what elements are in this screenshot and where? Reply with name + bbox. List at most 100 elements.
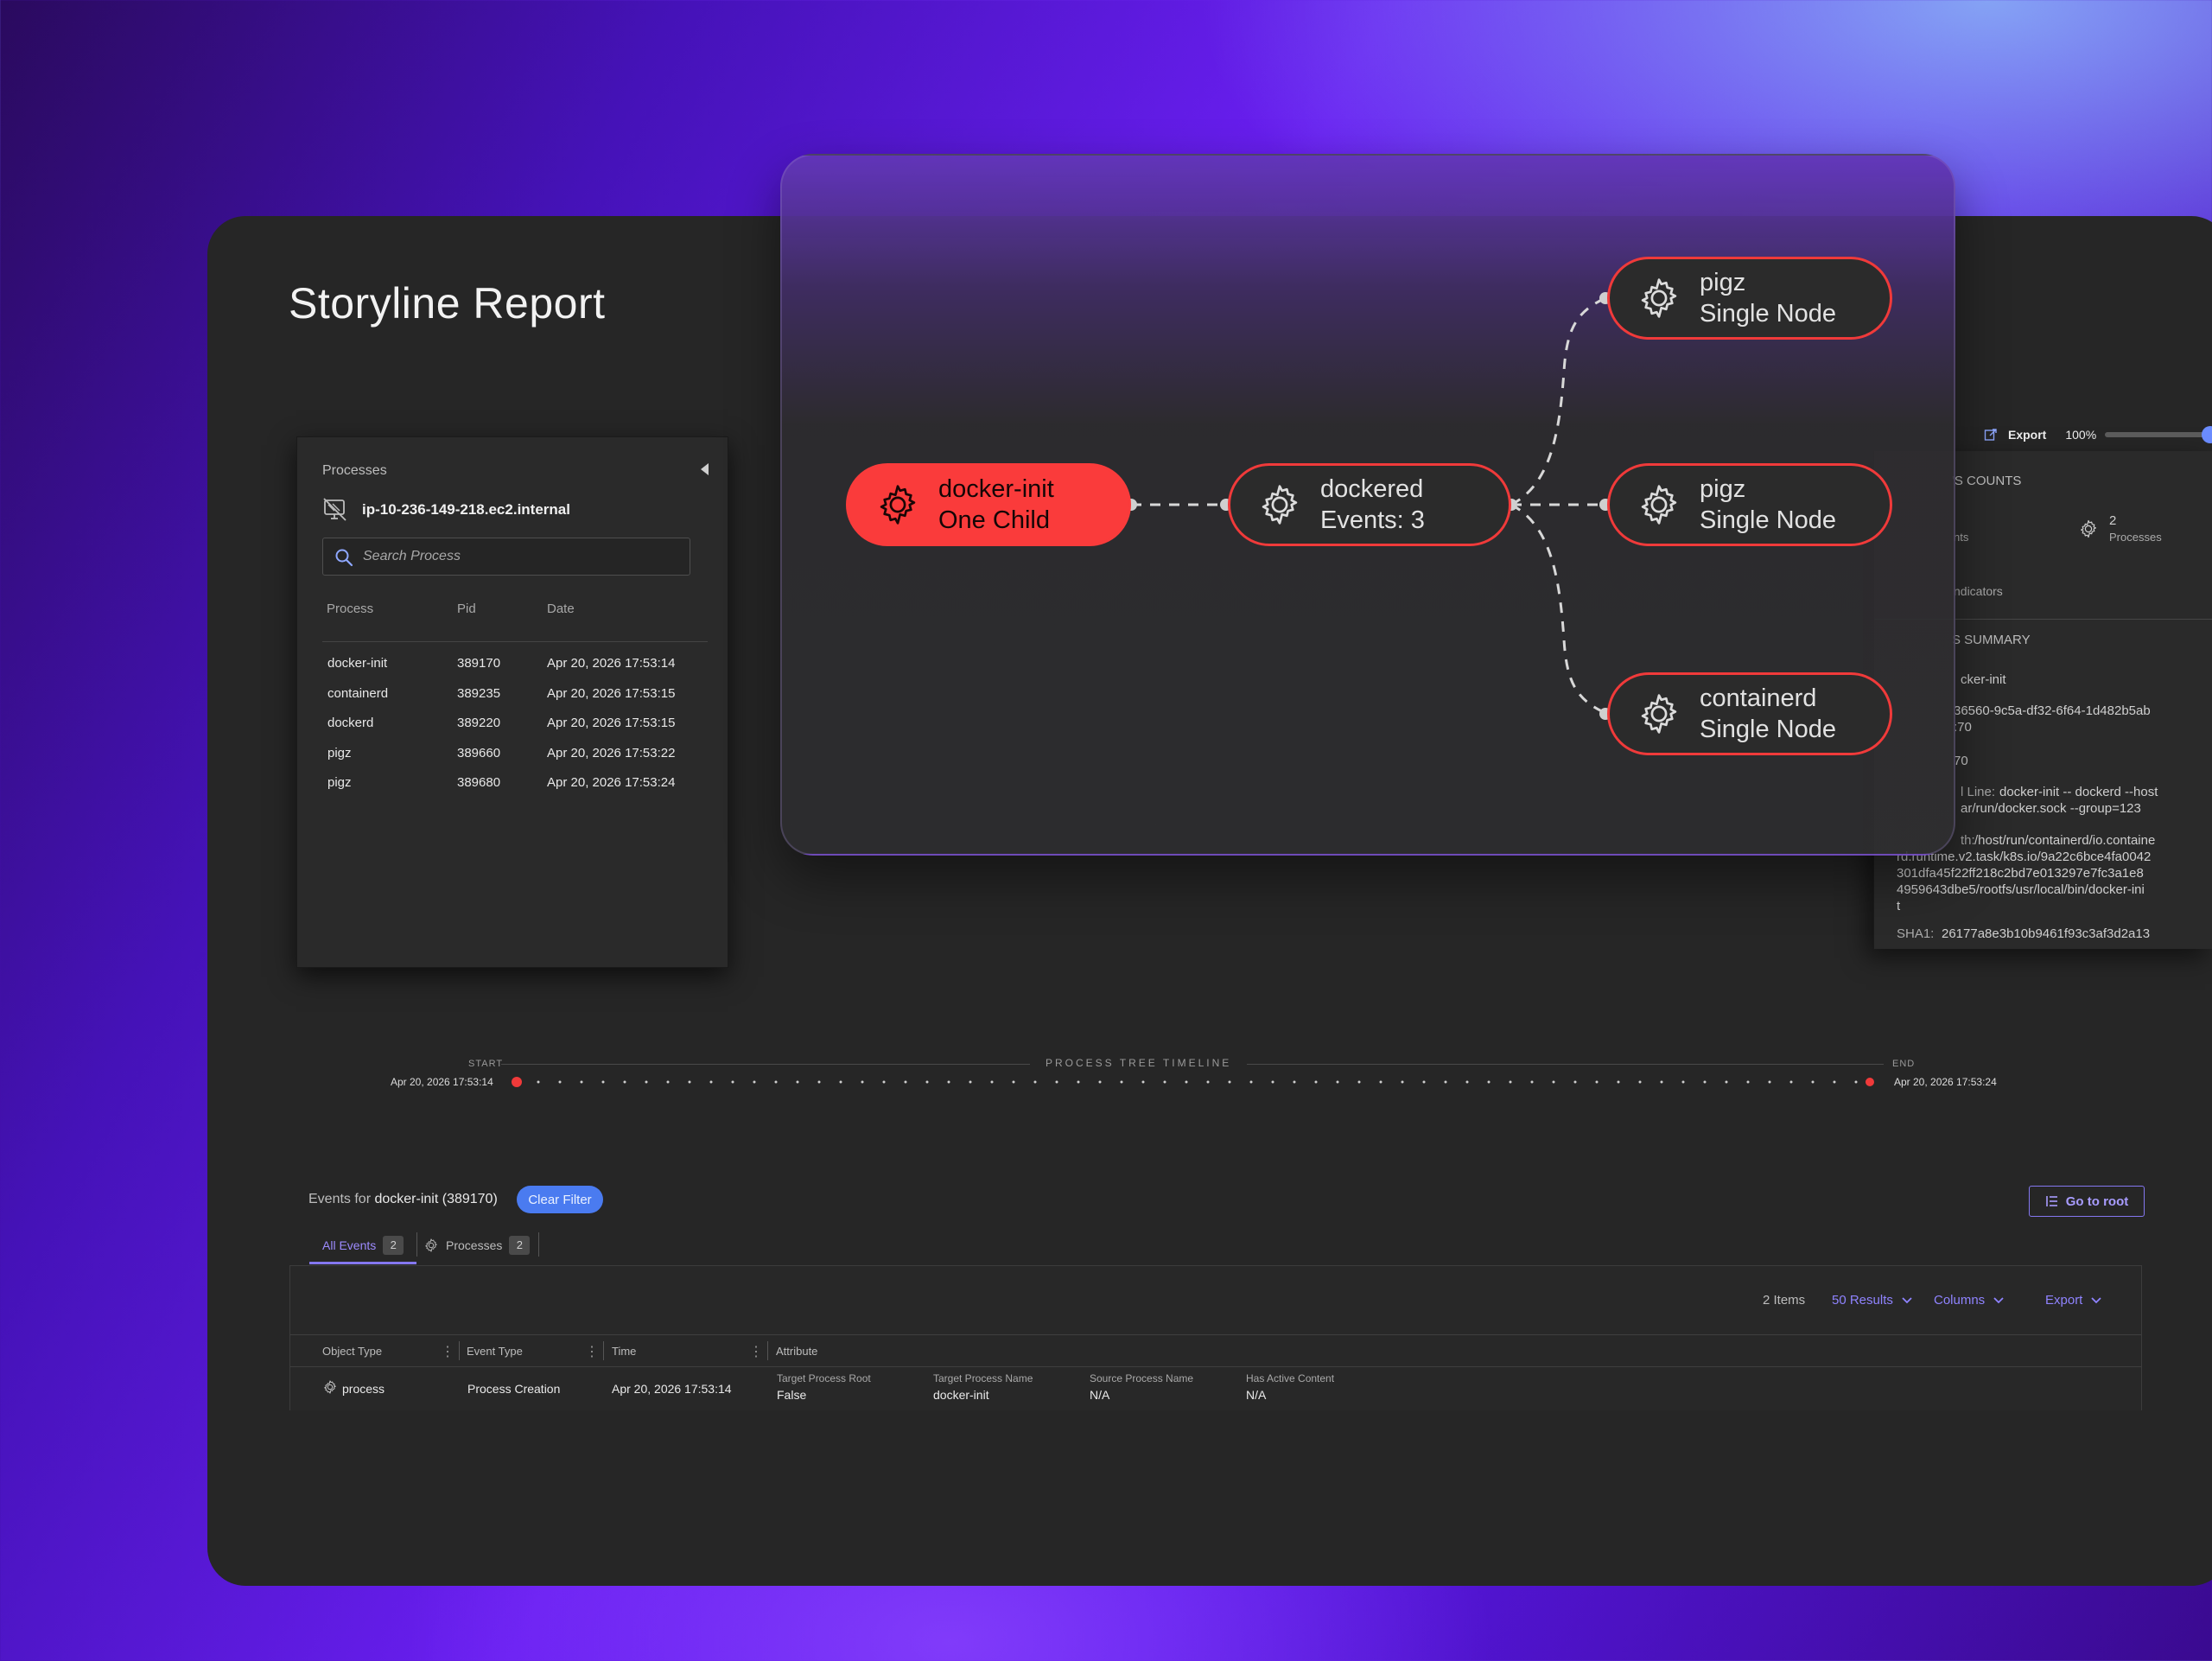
timeline-end-marker	[1866, 1078, 1874, 1086]
attr-value: docker-init	[933, 1388, 989, 1402]
process-row[interactable]: containerd 389235 Apr 20, 2026 17:53:15	[297, 681, 729, 707]
node-name: pigz	[1700, 269, 1746, 296]
table-export-label: Export	[2045, 1293, 2083, 1308]
search-process-box[interactable]	[322, 538, 690, 576]
processes-panel-label: Processes	[322, 463, 387, 478]
tab-all-events-label: All Events	[322, 1238, 377, 1252]
edge-dockered-pigz-1	[1510, 296, 1606, 506]
collapse-arrow-icon[interactable]	[701, 463, 709, 475]
items-count: 2 Items	[1763, 1293, 1806, 1308]
cell-event-type: Process Creation	[467, 1382, 561, 1396]
path-value-1: /host/run/containerd/io.containe	[1974, 833, 2156, 848]
indicators-label: ndicators	[1954, 584, 2003, 598]
summary-name: cker-init	[1961, 672, 2006, 687]
node-name: pigz	[1700, 475, 1746, 503]
graph-node-containerd[interactable]: containerd Single Node	[1607, 672, 1892, 755]
results-per-page-dropdown[interactable]: 50 Results	[1832, 1293, 1912, 1308]
column-resizer[interactable]	[603, 1341, 604, 1360]
path-value-3: 301dfa45f22ff218c2bd7e013297e7fc3a1e8	[1897, 866, 2144, 881]
host-name: ip-10-236-149-218.ec2.internal	[362, 501, 570, 518]
table-toolbar-divider	[290, 1334, 2141, 1335]
node-subtitle: Single Node	[1700, 506, 1836, 534]
gear-icon	[1256, 481, 1303, 528]
attr-label: Has Active Content	[1246, 1372, 1335, 1384]
processes-count: 2	[2109, 513, 2117, 528]
tab-processes[interactable]: Processes 2	[423, 1232, 531, 1258]
column-menu-icon[interactable]: ⋮	[749, 1343, 763, 1360]
timeline-start-date: Apr 20, 2026 17:53:14	[391, 1076, 493, 1088]
process-pid: 389235	[457, 686, 501, 701]
cmd-value-1: docker-init -- dockerd --host	[1999, 785, 2158, 799]
tab-separator	[416, 1232, 417, 1257]
graph-node-pigz-2[interactable]: pigz Single Node	[1607, 463, 1892, 546]
process-pid: 389220	[457, 716, 501, 730]
process-graph-card: docker-init One Child dockered Events: 3…	[780, 154, 1955, 856]
header-event-type[interactable]: Event Type	[467, 1345, 523, 1358]
node-name: containerd	[1700, 684, 1817, 712]
graph-export-button[interactable]: Export 100%	[1984, 425, 2096, 444]
clear-filter-button[interactable]: Clear Filter	[517, 1186, 603, 1213]
timeline-track[interactable]	[510, 1073, 1884, 1091]
go-to-root-button[interactable]: Go to root	[2029, 1186, 2145, 1217]
table-row[interactable]: process Process Creation Apr 20, 2026 17…	[290, 1367, 2141, 1410]
column-menu-icon[interactable]: ⋮	[585, 1343, 599, 1360]
tree-list-icon	[2045, 1196, 2057, 1206]
active-tab-underline	[309, 1262, 416, 1264]
node-name: dockered	[1320, 475, 1424, 503]
node-subtitle: One Child	[938, 506, 1050, 534]
column-resizer[interactable]	[459, 1341, 460, 1360]
process-name: docker-init	[327, 656, 388, 671]
process-name: dockerd	[327, 716, 374, 730]
processes-divider	[322, 641, 708, 642]
graph-node-dockered[interactable]: dockered Events: 3	[1228, 463, 1511, 546]
process-date: Apr 20, 2026 17:53:24	[547, 775, 676, 790]
process-pid: 389170	[457, 656, 501, 671]
process-date: Apr 20, 2026 17:53:15	[547, 716, 676, 730]
chevron-down-icon	[2091, 1296, 2101, 1303]
path-value-4: 4959643dbe5/rootfs/usr/local/bin/docker-…	[1897, 882, 2145, 897]
events-for-prefix: Events for	[308, 1192, 372, 1206]
col-header-pid[interactable]: Pid	[457, 601, 476, 616]
tab-processes-label: Processes	[446, 1238, 503, 1252]
column-resizer[interactable]	[767, 1341, 768, 1360]
process-row[interactable]: dockerd 389220 Apr 20, 2026 17:53:15	[297, 710, 729, 736]
process-date: Apr 20, 2026 17:53:14	[547, 656, 676, 671]
col-header-process[interactable]: Process	[327, 601, 373, 616]
node-subtitle: Events: 3	[1320, 506, 1425, 534]
columns-dropdown[interactable]: Columns	[1934, 1293, 2004, 1308]
process-gear-icon	[322, 1379, 338, 1395]
node-subtitle: Single Node	[1700, 300, 1836, 328]
processes-panel: Processes ip-10-236-149-218.ec2.internal…	[296, 436, 728, 968]
process-row[interactable]: pigz 389660 Apr 20, 2026 17:53:22	[297, 741, 729, 767]
process-date: Apr 20, 2026 17:53:15	[547, 686, 676, 701]
timeline-end-date: Apr 20, 2026 17:53:24	[1894, 1076, 1997, 1088]
node-name: docker-init	[938, 475, 1054, 503]
gear-icon	[1636, 275, 1682, 321]
chevron-down-icon	[1902, 1296, 1912, 1303]
gear-icon	[423, 1238, 439, 1253]
attr-label: Target Process Root	[777, 1372, 871, 1384]
cmd-label: l Line:	[1961, 785, 1996, 799]
column-menu-icon[interactable]: ⋮	[441, 1343, 454, 1360]
search-process-input[interactable]	[363, 538, 683, 575]
header-attribute[interactable]: Attribute	[776, 1345, 817, 1358]
header-time[interactable]: Time	[612, 1345, 636, 1358]
tab-all-events[interactable]: All Events 2	[322, 1232, 404, 1258]
process-row[interactable]: pigz 389680 Apr 20, 2026 17:53:24	[297, 770, 729, 796]
header-object-type[interactable]: Object Type	[322, 1345, 382, 1358]
gear-icon	[1636, 690, 1682, 737]
sha-label: SHA1:	[1897, 926, 1935, 941]
graph-node-docker-init[interactable]: docker-init One Child	[846, 463, 1131, 546]
graph-node-pigz-1[interactable]: pigz Single Node	[1607, 257, 1892, 340]
attr-value: False	[777, 1388, 807, 1402]
process-pid: 389680	[457, 775, 501, 790]
timeline-end-label: END	[1892, 1059, 1916, 1069]
col-header-date[interactable]: Date	[547, 601, 575, 616]
table-export-dropdown[interactable]: Export	[2045, 1293, 2101, 1308]
path-label: th:	[1961, 833, 1975, 848]
timeline-title: PROCESS TREE TIMELINE	[1030, 1057, 1248, 1069]
process-row[interactable]: docker-init 389170 Apr 20, 2026 17:53:14	[297, 651, 729, 677]
gear-icon	[874, 481, 921, 528]
attr-label: Target Process Name	[933, 1372, 1033, 1384]
zoom-slider-track[interactable]	[2105, 432, 2212, 437]
